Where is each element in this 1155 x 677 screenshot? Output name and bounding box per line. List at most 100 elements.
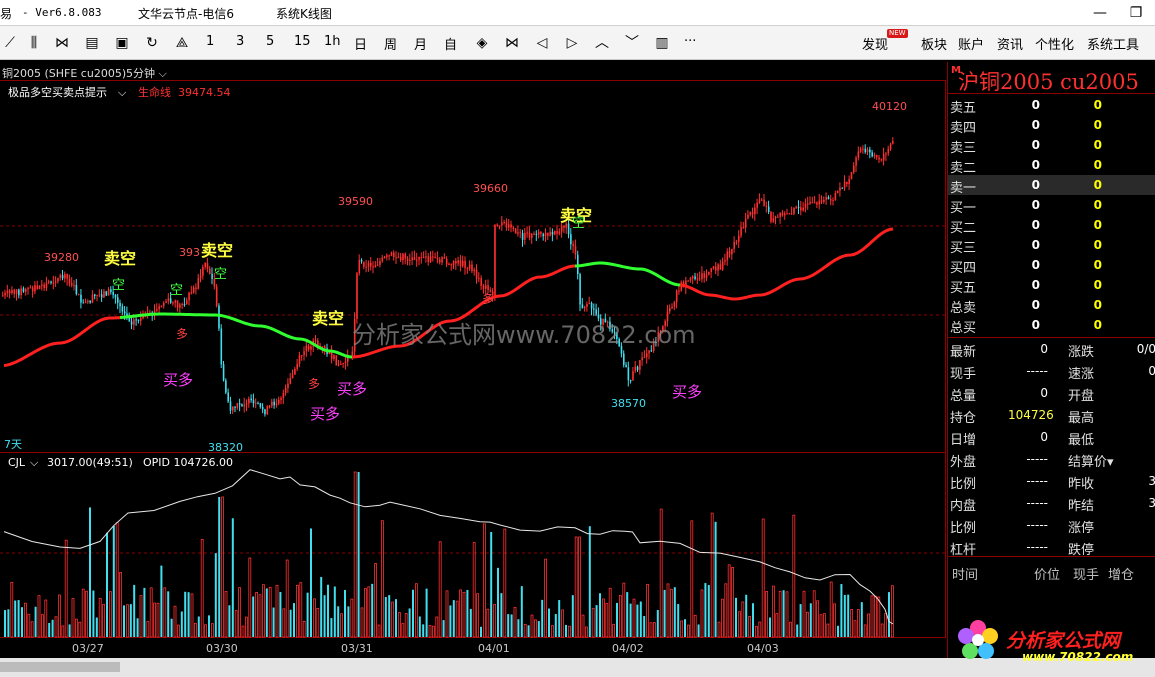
period-week[interactable]: 周 xyxy=(384,34,397,53)
candle-body xyxy=(186,300,188,305)
save-icon[interactable]: ▣ xyxy=(112,33,132,53)
candle-body xyxy=(273,401,275,406)
candlestick-icon[interactable]: ⫼ xyxy=(24,33,44,53)
candle-body xyxy=(8,290,11,294)
chart-type-icon[interactable]: ⋈ xyxy=(52,33,72,53)
zoom-out-icon[interactable]: ◈ xyxy=(472,33,492,53)
signal-sell-short: 卖空 xyxy=(201,241,233,260)
volume-bar xyxy=(252,596,255,637)
candle-body xyxy=(804,203,807,208)
menu-discover[interactable]: 发现 xyxy=(862,34,888,53)
candle-body xyxy=(547,232,549,236)
logo-url-text: www.70822.com xyxy=(1022,650,1134,664)
period-month[interactable]: 月 xyxy=(414,34,427,53)
candle-body xyxy=(533,233,535,235)
volume-bar xyxy=(363,588,367,638)
down-arrow-icon[interactable]: ﹀ xyxy=(622,33,642,53)
layout-icon[interactable]: ▥ xyxy=(652,33,672,53)
candle-body xyxy=(232,406,234,411)
menu-system-tools[interactable]: 系统工具 xyxy=(1087,34,1139,53)
candle-body xyxy=(871,152,873,157)
orderbook-row: 卖二 0 0 xyxy=(948,155,1155,176)
candle-body xyxy=(64,274,66,279)
volume-bar xyxy=(476,593,480,638)
period-selector[interactable]: 5分钟 ⌵ xyxy=(126,65,167,81)
zoom-in-icon[interactable]: ⋈ xyxy=(502,33,522,53)
right-arrow-icon[interactable]: ▷ xyxy=(562,33,582,53)
more-button[interactable]: ··· xyxy=(684,34,696,49)
refresh-icon[interactable]: ↻ xyxy=(142,33,162,53)
candle-body xyxy=(324,346,326,349)
volume-bar xyxy=(51,619,54,637)
candle-body xyxy=(360,259,363,262)
candle-body xyxy=(445,258,448,265)
contract-name[interactable]: 铜2005 (SHFE cu2005) xyxy=(2,65,126,81)
tick-list-header: 时间 价位 现手 增仓 xyxy=(948,562,1155,583)
signal-short: 空 xyxy=(214,267,227,282)
volume-bar xyxy=(765,591,768,638)
candle-body xyxy=(416,259,418,261)
period-3min[interactable]: 3 xyxy=(236,34,244,49)
candle-body xyxy=(220,328,223,365)
candle-body xyxy=(218,305,220,329)
volume-bar xyxy=(677,604,680,637)
candle-body xyxy=(96,294,98,296)
candle-body xyxy=(510,224,512,228)
candle-body xyxy=(459,260,462,266)
left-arrow-icon[interactable]: ◁ xyxy=(532,33,552,53)
candle-body xyxy=(77,293,80,295)
stat-label: 昨收 xyxy=(1068,477,1095,492)
candle-body xyxy=(692,276,694,279)
stat-label[interactable]: 结算价▾ xyxy=(1068,451,1114,470)
volume-bar xyxy=(391,601,395,638)
volume-chart[interactable]: CJL ⌵ 3017.00(49:51) OPID 104726.00 xyxy=(0,453,946,638)
volume-bar xyxy=(684,619,686,637)
price-chart[interactable]: 分析家公式网www.70822.com 极品多空买卖点提示 ⌵ 生命线 3947… xyxy=(0,81,946,454)
volume-bars xyxy=(4,471,894,638)
period-day[interactable]: 日 xyxy=(354,34,367,53)
time-axis: 03/27 03/30 03/31 04/01 04/02 04/03 xyxy=(0,638,946,658)
period-15min[interactable]: 15 xyxy=(294,34,311,49)
minimize-button[interactable]: — xyxy=(1082,0,1118,26)
candle-body xyxy=(514,228,517,234)
candle-body xyxy=(282,392,285,398)
menu-personalize[interactable]: 个性化 xyxy=(1035,34,1074,53)
candle-body xyxy=(586,303,588,307)
volume-bar xyxy=(160,565,163,637)
candle-body xyxy=(379,261,381,265)
period-custom[interactable]: 自 xyxy=(444,34,457,53)
period-5min[interactable]: 5 xyxy=(266,34,274,49)
candle-body xyxy=(795,206,798,208)
period-1h[interactable]: 1h xyxy=(324,34,341,49)
candle-body xyxy=(813,202,816,204)
candle-body xyxy=(749,212,752,215)
stat-row: 比例 ----- 涨停 xyxy=(948,514,1155,536)
volume-bar xyxy=(367,586,371,638)
date-tick: 04/01 xyxy=(478,642,510,655)
scroll-thumb[interactable] xyxy=(0,662,120,672)
volume-bar xyxy=(347,606,350,637)
volume-bar xyxy=(289,609,292,637)
server-node: 文华云节点-电信6 xyxy=(138,7,234,21)
brand-logo: 分析家公式网 www.70822.com xyxy=(952,612,1152,672)
candle-body xyxy=(434,256,436,258)
restore-button[interactable]: ❐ xyxy=(1118,0,1154,26)
menu-news[interactable]: 资讯 xyxy=(997,34,1023,53)
indicator-icon[interactable]: ⟁ xyxy=(172,33,192,53)
orderbook-row: 卖一 0 0 xyxy=(948,175,1155,196)
volume-chart-panel[interactable]: CJL ⌵ 3017.00(49:51) OPID 104726.00 xyxy=(0,453,946,638)
main-chart-panel[interactable]: 分析家公式网www.70822.com 极品多空买卖点提示 ⌵ 生命线 3947… xyxy=(0,80,946,454)
candle-body xyxy=(857,151,860,158)
volume-bar xyxy=(643,616,646,637)
up-arrow-icon[interactable]: ︿ xyxy=(592,33,612,53)
period-1min[interactable]: 1 xyxy=(206,34,214,49)
date-tick: 03/31 xyxy=(341,642,373,655)
volume-bar xyxy=(17,600,20,637)
menu-sector[interactable]: 板块 xyxy=(921,34,947,53)
candle-body xyxy=(18,289,20,296)
print-icon[interactable]: ▤ xyxy=(82,33,102,53)
signal-buy-long: 买多 xyxy=(310,405,340,423)
stat-row: 日增 0 最低 xyxy=(948,426,1155,448)
draw-line-icon[interactable]: ⟋ xyxy=(0,33,20,53)
menu-account[interactable]: 账户 xyxy=(958,34,984,53)
